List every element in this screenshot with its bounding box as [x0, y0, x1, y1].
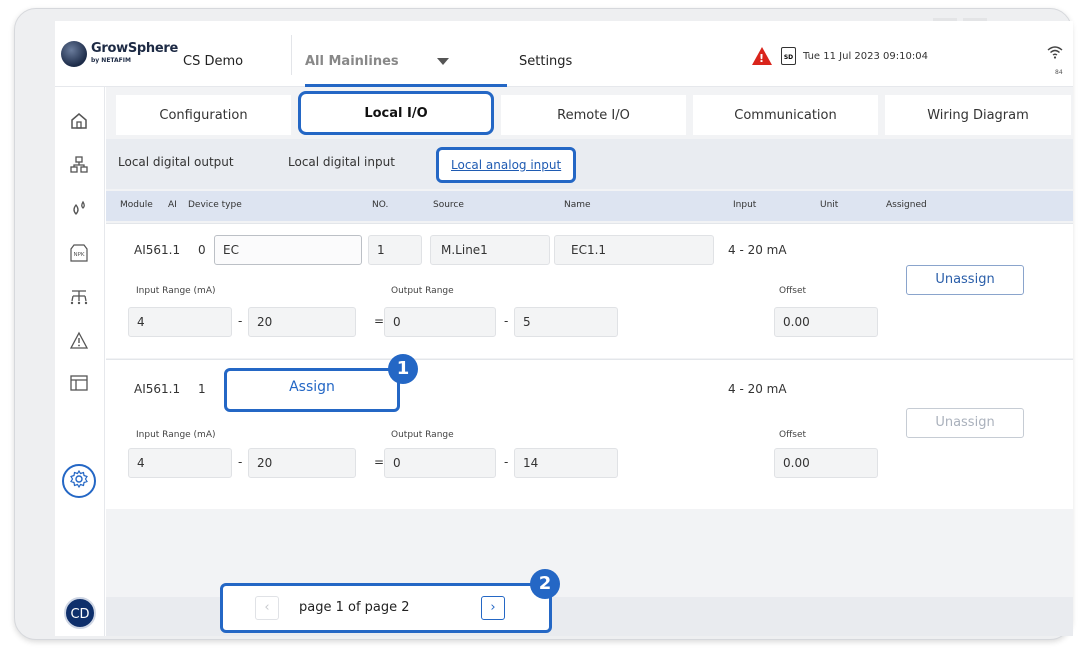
callout-layer: Assign 1 ‹ page 1 of page 2 › 2: [106, 87, 1073, 636]
chevron-down-icon: [436, 57, 449, 65]
callout-badge-2: 2: [530, 569, 560, 599]
sd-card-icon: SD: [781, 47, 796, 65]
growsphere-logo: GrowSphere by NETAFIM: [61, 39, 181, 73]
top-bar: GrowSphere by NETAFIM CS Demo All Mainli…: [55, 21, 1073, 87]
layout-icon[interactable]: [67, 373, 91, 397]
prev-page-button: ‹: [255, 596, 279, 620]
settings-title: Settings: [519, 53, 573, 69]
assign-button[interactable]: Assign: [224, 368, 400, 412]
device-frame: GrowSphere by NETAFIM CS Demo All Mainli…: [14, 8, 1073, 640]
network-icon[interactable]: [67, 155, 91, 179]
settings-icon[interactable]: [67, 469, 91, 493]
home-icon[interactable]: [67, 111, 91, 135]
brand-name: GrowSphere: [91, 41, 178, 56]
date-time: Tue 11 Jul 2023 09:10:04: [803, 51, 928, 62]
wifi-strength: 84: [1055, 69, 1063, 76]
npk-icon[interactable]: NPK: [67, 243, 91, 267]
wifi-icon: [1047, 45, 1063, 63]
avatar[interactable]: CD: [64, 597, 96, 629]
brand-sub: by NETAFIM: [91, 57, 131, 64]
site-name[interactable]: CS Demo: [183, 41, 243, 81]
irrigation-icon[interactable]: [67, 287, 91, 311]
frame-marks: [933, 9, 993, 24]
page-indicator: page 1 of page 2: [299, 600, 410, 615]
screen: GrowSphere by NETAFIM CS Demo All Mainli…: [55, 21, 1073, 636]
pagination: ‹ page 1 of page 2 ›: [220, 583, 552, 633]
alert-icon[interactable]: [67, 331, 91, 355]
mainline-label: All Mainlines: [305, 53, 399, 69]
water-drops-icon[interactable]: [67, 199, 91, 223]
next-page-button[interactable]: ›: [481, 596, 505, 620]
svg-text:NPK: NPK: [73, 252, 84, 258]
mainline-selector[interactable]: All Mainlines: [305, 41, 507, 87]
callout-badge-1: 1: [388, 354, 418, 384]
sidebar: NPK CD: [55, 87, 105, 636]
globe-icon: [61, 41, 87, 67]
